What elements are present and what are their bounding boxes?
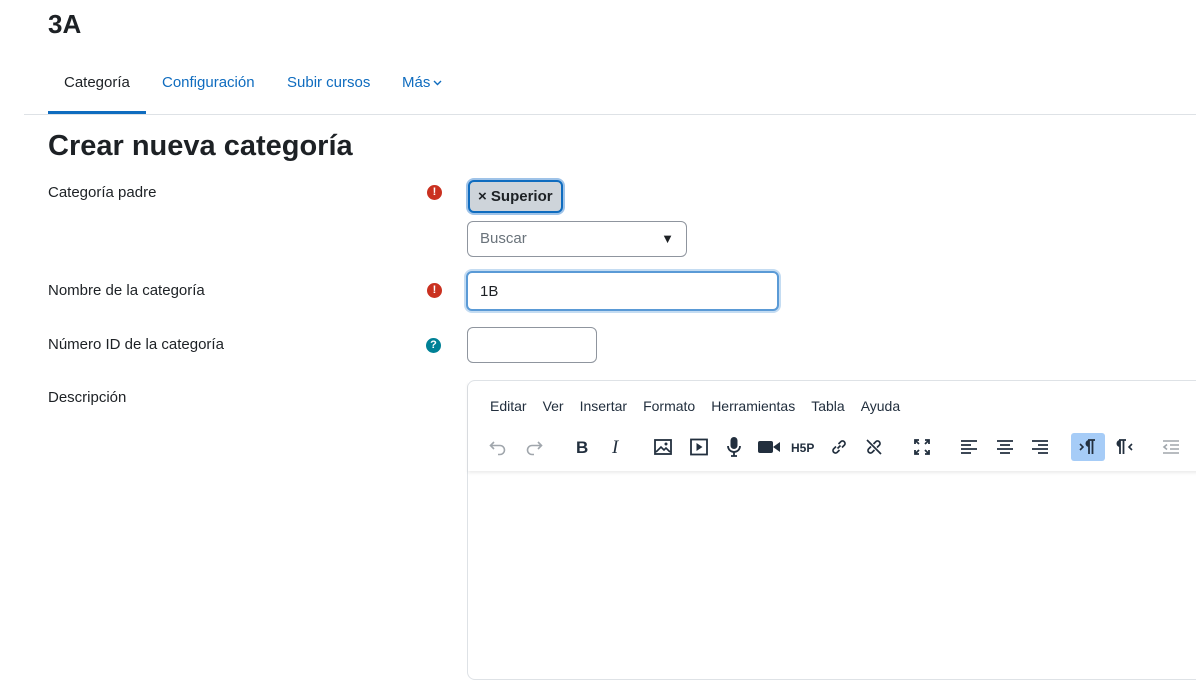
align-center-icon[interactable] [988,433,1022,461]
menu-ver[interactable]: Ver [535,396,572,416]
menu-herramientas[interactable]: Herramientas [703,396,803,416]
chevron-down-icon [433,59,442,105]
microphone-icon[interactable] [717,433,751,461]
image-icon[interactable] [646,433,680,461]
menu-editar[interactable]: Editar [482,396,535,416]
category-search-select[interactable]: Buscar ▼ [467,221,687,257]
parent-category-label: Categoría padre [48,184,157,201]
redo-icon[interactable] [517,433,551,461]
h5p-icon[interactable]: H5P [787,433,821,461]
ltr-icon[interactable] [1071,433,1105,461]
media-icon[interactable] [682,433,716,461]
menu-ayuda[interactable]: Ayuda [853,396,908,416]
fullscreen-icon[interactable] [905,433,939,461]
secondary-navigation: Categoría Configuración Subir cursos Más [24,60,1196,115]
tab-subir-cursos[interactable]: Subir cursos [271,60,386,114]
description-label: Descripción [48,389,127,406]
menu-insertar[interactable]: Insertar [572,396,635,416]
menu-formato[interactable]: Formato [635,396,703,416]
video-camera-icon[interactable] [752,433,786,461]
search-placeholder: Buscar [480,230,527,247]
outdent-icon[interactable] [1154,433,1188,461]
menu-tabla[interactable]: Tabla [803,396,852,416]
description-editor: Editar Ver Insertar Formato Herramientas… [467,380,1196,680]
rtl-icon[interactable] [1107,433,1141,461]
category-idnumber-input[interactable] [467,327,597,363]
unlink-icon[interactable] [857,433,891,461]
svg-text:I: I [611,437,620,457]
svg-text:B: B [576,438,588,457]
undo-icon[interactable] [481,433,515,461]
tab-label: Subir cursos [287,74,371,91]
category-name-input[interactable] [466,271,779,311]
required-icon: ! [427,283,442,298]
h5p-icon-text: H5P [791,441,814,455]
tab-mas[interactable]: Más [386,60,458,114]
page-title: 3A [48,9,82,39]
link-icon[interactable] [822,433,856,461]
editor-content-area[interactable] [468,471,1196,679]
required-icon: ! [427,185,442,200]
tab-label: Más [402,74,431,91]
bold-icon[interactable]: B [564,433,598,461]
form-title: Crear nueva categoría [48,130,353,162]
tab-categoria[interactable]: Categoría [48,60,146,114]
help-icon[interactable]: ? [426,338,441,353]
italic-icon[interactable]: I [599,433,633,461]
editor-header: Editar Ver Insertar Formato Herramientas… [468,381,1196,471]
editor-menubar: Editar Ver Insertar Formato Herramientas… [482,396,908,416]
tab-configuracion[interactable]: Configuración [146,60,271,114]
align-left-icon[interactable] [952,433,986,461]
tab-label: Categoría [64,74,130,91]
category-idnumber-label: Número ID de la categoría [48,336,224,353]
dropdown-arrow-icon: ▼ [661,231,674,246]
selected-category-chip[interactable]: × Superior [468,180,563,213]
category-name-label: Nombre de la categoría [48,282,205,299]
tab-label: Configuración [162,74,255,91]
align-right-icon[interactable] [1023,433,1057,461]
